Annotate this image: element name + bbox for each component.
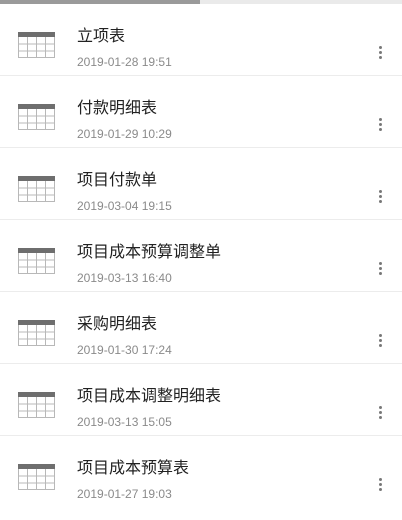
table-icon: [18, 464, 55, 490]
table-icon: [18, 248, 55, 274]
more-options-icon[interactable]: [372, 400, 388, 424]
item-date: 2019-03-13 15:05: [77, 415, 172, 429]
more-options-icon[interactable]: [372, 40, 388, 64]
more-options-icon[interactable]: [372, 472, 388, 496]
more-options-icon[interactable]: [372, 256, 388, 280]
table-icon: [18, 176, 55, 202]
list-item[interactable]: 项目成本调整明细表 2019-03-13 15:05: [0, 364, 402, 436]
table-icon: [18, 392, 55, 418]
form-list: 立项表 2019-01-28 19:51 付款明细表 2019-01-29 10…: [0, 4, 402, 508]
item-title: 项目成本调整明细表: [77, 386, 222, 405]
item-title: 项目成本预算调整单: [77, 242, 222, 261]
table-icon: [18, 320, 55, 346]
more-options-icon[interactable]: [372, 112, 388, 136]
item-title: 采购明细表: [77, 314, 158, 333]
list-item[interactable]: 项目成本预算表 2019-01-27 19:03: [0, 436, 402, 508]
item-date: 2019-01-30 17:24: [77, 343, 172, 357]
item-date: 2019-01-27 19:03: [77, 487, 172, 501]
item-date: 2019-01-29 10:29: [77, 127, 172, 141]
list-item[interactable]: 立项表 2019-01-28 19:51: [0, 4, 402, 76]
table-icon: [18, 32, 55, 58]
item-date: 2019-01-28 19:51: [77, 55, 172, 69]
item-title: 项目付款单: [77, 170, 158, 189]
more-options-icon[interactable]: [372, 328, 388, 352]
list-item[interactable]: 项目付款单 2019-03-04 19:15: [0, 148, 402, 220]
list-item[interactable]: 采购明细表 2019-01-30 17:24: [0, 292, 402, 364]
more-options-icon[interactable]: [372, 184, 388, 208]
item-title: 付款明细表: [77, 98, 158, 117]
table-icon: [18, 104, 55, 130]
item-title: 立项表: [77, 26, 126, 45]
item-title: 项目成本预算表: [77, 458, 190, 477]
item-date: 2019-03-13 16:40: [77, 271, 172, 285]
list-item[interactable]: 付款明细表 2019-01-29 10:29: [0, 76, 402, 148]
item-date: 2019-03-04 19:15: [77, 199, 172, 213]
list-item[interactable]: 项目成本预算调整单 2019-03-13 16:40: [0, 220, 402, 292]
